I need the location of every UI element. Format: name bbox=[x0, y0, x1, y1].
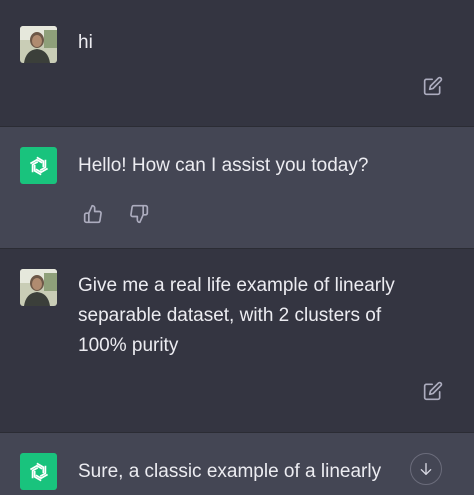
assistant-avatar bbox=[20, 453, 57, 490]
assistant-avatar bbox=[20, 147, 57, 184]
openai-logo-icon bbox=[29, 462, 48, 481]
edit-icon bbox=[423, 76, 443, 96]
assistant-message: Hello! How can I assist you today? bbox=[0, 127, 474, 248]
thumbs-down-button[interactable] bbox=[127, 202, 151, 226]
openai-logo-icon bbox=[29, 156, 48, 175]
message-text: Give me a real life example of linearly … bbox=[78, 275, 395, 356]
message-text: Hello! How can I assist you today? bbox=[78, 155, 369, 176]
scroll-to-bottom-button[interactable] bbox=[410, 453, 442, 485]
user-avatar bbox=[20, 269, 57, 306]
edit-icon bbox=[423, 381, 443, 401]
thumbs-up-button[interactable] bbox=[81, 202, 105, 226]
thumbs-down-icon bbox=[130, 204, 149, 224]
user-message: hi bbox=[0, 0, 474, 126]
assistant-message: Sure, a classic example of a linearly bbox=[0, 433, 474, 495]
edit-button[interactable] bbox=[422, 75, 444, 97]
user-avatar bbox=[20, 26, 57, 63]
user-message: Give me a real life example of linearly … bbox=[0, 249, 474, 432]
message-text: Sure, a classic example of a linearly bbox=[78, 461, 382, 482]
edit-button[interactable] bbox=[422, 380, 444, 402]
message-text: hi bbox=[78, 32, 93, 53]
chat-transcript: hi Hello! How can I assist you today? Gi… bbox=[0, 0, 474, 495]
arrow-down-icon bbox=[420, 463, 432, 475]
thumbs-up-icon bbox=[83, 204, 102, 224]
